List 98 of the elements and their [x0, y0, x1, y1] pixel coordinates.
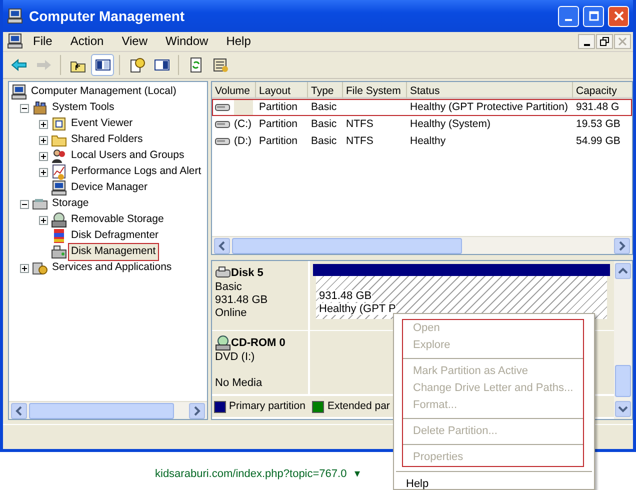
defragmenter-icon — [51, 228, 67, 244]
minimize-icon — [584, 44, 590, 46]
column-header[interactable]: File System — [343, 82, 407, 100]
table-cell-text: Partition — [258, 134, 299, 149]
panes-icon — [154, 57, 170, 74]
column-header[interactable]: Volume — [212, 82, 256, 100]
computer-icon — [7, 33, 23, 50]
close-icon — [618, 36, 627, 46]
table-row[interactable]: (C:) Partition Basic NTFS Healthy (System) 19.53 GB — [212, 116, 632, 134]
table-cell-text: 54.99 GB — [575, 134, 622, 149]
partition-status: Healthy (GPT P — [319, 303, 396, 316]
users-icon — [51, 148, 67, 164]
table-row[interactable]: Partition Basic Healthy (GPT Protective Partition) 931.48 G — [212, 99, 632, 116]
tree-item[interactable]: Shared Folders — [69, 132, 145, 148]
maximize-button[interactable] — [583, 6, 604, 26]
menu-item[interactable]: View — [114, 32, 156, 50]
disc-icon — [51, 212, 67, 228]
tree-item[interactable]: Services and Applications — [50, 260, 174, 276]
tree-item[interactable]: Performance Logs and Alert — [69, 164, 204, 180]
expand-icon[interactable] — [20, 264, 29, 273]
table-cell-text: Healthy — [409, 134, 447, 149]
disk-detail: Basic — [215, 281, 243, 294]
column-header[interactable]: Layout — [256, 82, 308, 100]
toolbox-icon — [32, 100, 48, 116]
restore-button[interactable] — [596, 34, 613, 49]
table-cell-text: (D:) — [234, 134, 252, 149]
table-cell-text: NTFS — [345, 116, 374, 132]
tree-item[interactable]: Storage — [50, 196, 91, 212]
disk-detail: 931.48 GB — [215, 294, 269, 308]
table-cell-text: Partition — [258, 100, 299, 115]
table-cell-text: Basic — [310, 134, 338, 149]
expand-icon[interactable] — [39, 216, 48, 225]
disk-detail: Online — [215, 307, 248, 320]
tree-item[interactable]: Local Users and Groups — [69, 148, 186, 164]
table-cell-text: 931.48 G — [575, 100, 620, 115]
drive-icon — [215, 102, 230, 114]
panes-icon — [94, 57, 110, 74]
scrollbar-thumb[interactable] — [615, 365, 631, 398]
table-cell-text: Basic — [310, 100, 338, 115]
window-title: Computer Management — [29, 6, 186, 26]
disk-name: CD-ROM 0 — [231, 336, 286, 350]
table-cell-text: (C:) — [234, 116, 252, 132]
expand-icon[interactable] — [39, 120, 48, 129]
back-arrow-icon — [10, 57, 26, 74]
cd-drive-icon — [215, 335, 231, 352]
menu-item[interactable]: Window — [158, 32, 216, 50]
menu-item[interactable]: File — [25, 32, 60, 50]
table-cell-text: NTFS — [345, 134, 374, 149]
refresh-icon — [188, 57, 204, 74]
computer-icon — [7, 8, 23, 24]
expand-icon[interactable] — [39, 152, 48, 161]
restore-icon — [600, 36, 609, 46]
toolbar-button[interactable] — [91, 54, 114, 76]
disk-drive-icon — [51, 244, 67, 260]
disk-name: Disk 5 — [231, 266, 264, 280]
search-result-url[interactable]: kidsaraburi.com/index.php?topic=767.0 — [155, 466, 347, 482]
computer-icon — [51, 180, 67, 196]
chart-icon — [51, 164, 67, 180]
computer-icon — [11, 84, 27, 100]
menu-item[interactable]: Help — [218, 32, 259, 50]
close-icon — [614, 11, 624, 21]
vertical-scrollbar[interactable] — [614, 261, 632, 420]
table-cell-text: Partition — [258, 116, 299, 132]
minimize-button[interactable] — [578, 34, 595, 49]
table-row[interactable]: (D:) Partition Basic NTFS Healthy 54.99 GB — [212, 133, 632, 150]
tree-item[interactable]: Device Manager — [69, 180, 150, 196]
legend-label: Extended par — [327, 398, 390, 414]
table-cell-text: Healthy (System) — [409, 116, 492, 132]
minimize-icon — [565, 19, 572, 21]
tree-item[interactable]: Computer Management (Local) — [29, 84, 178, 100]
tree-item[interactable]: System Tools — [50, 100, 116, 116]
expand-icon[interactable] — [39, 136, 48, 145]
table-cell-text: 19.53 GB — [575, 116, 622, 132]
table-cell-text: Basic — [310, 116, 338, 132]
partition-size: 931.48 GB — [319, 290, 372, 302]
column-header[interactable]: Status — [407, 82, 573, 100]
column-header[interactable]: Capacity — [573, 82, 632, 100]
tree-item[interactable]: Disk Defragmenter — [69, 228, 161, 244]
caret-icon[interactable]: ▾ — [354, 466, 361, 482]
column-header[interactable]: Type — [308, 82, 343, 100]
tree-item[interactable]: Removable Storage — [69, 212, 166, 228]
expand-icon[interactable] — [39, 168, 48, 177]
table-cell-text: Healthy (GPT Protective Partition) — [409, 100, 569, 115]
horizontal-scrollbar[interactable] — [212, 236, 632, 254]
drive-icon — [215, 119, 230, 130]
drive-icon — [32, 196, 48, 212]
horizontal-scrollbar[interactable] — [9, 401, 207, 420]
tree-item[interactable]: Event Viewer — [69, 116, 135, 132]
menu-item[interactable]: Action — [62, 32, 112, 50]
legend-label: Primary partition — [229, 398, 306, 414]
collapse-icon[interactable] — [20, 200, 29, 209]
collapse-icon[interactable] — [20, 104, 29, 113]
drive-icon — [215, 136, 230, 148]
maximize-icon — [588, 11, 598, 21]
disk-detail: No Media — [215, 377, 264, 390]
menu-item[interactable]: Help — [396, 476, 592, 490]
tree-item[interactable]: Disk Management — [69, 244, 158, 260]
disk-detail: DVD (I:) — [215, 351, 256, 364]
